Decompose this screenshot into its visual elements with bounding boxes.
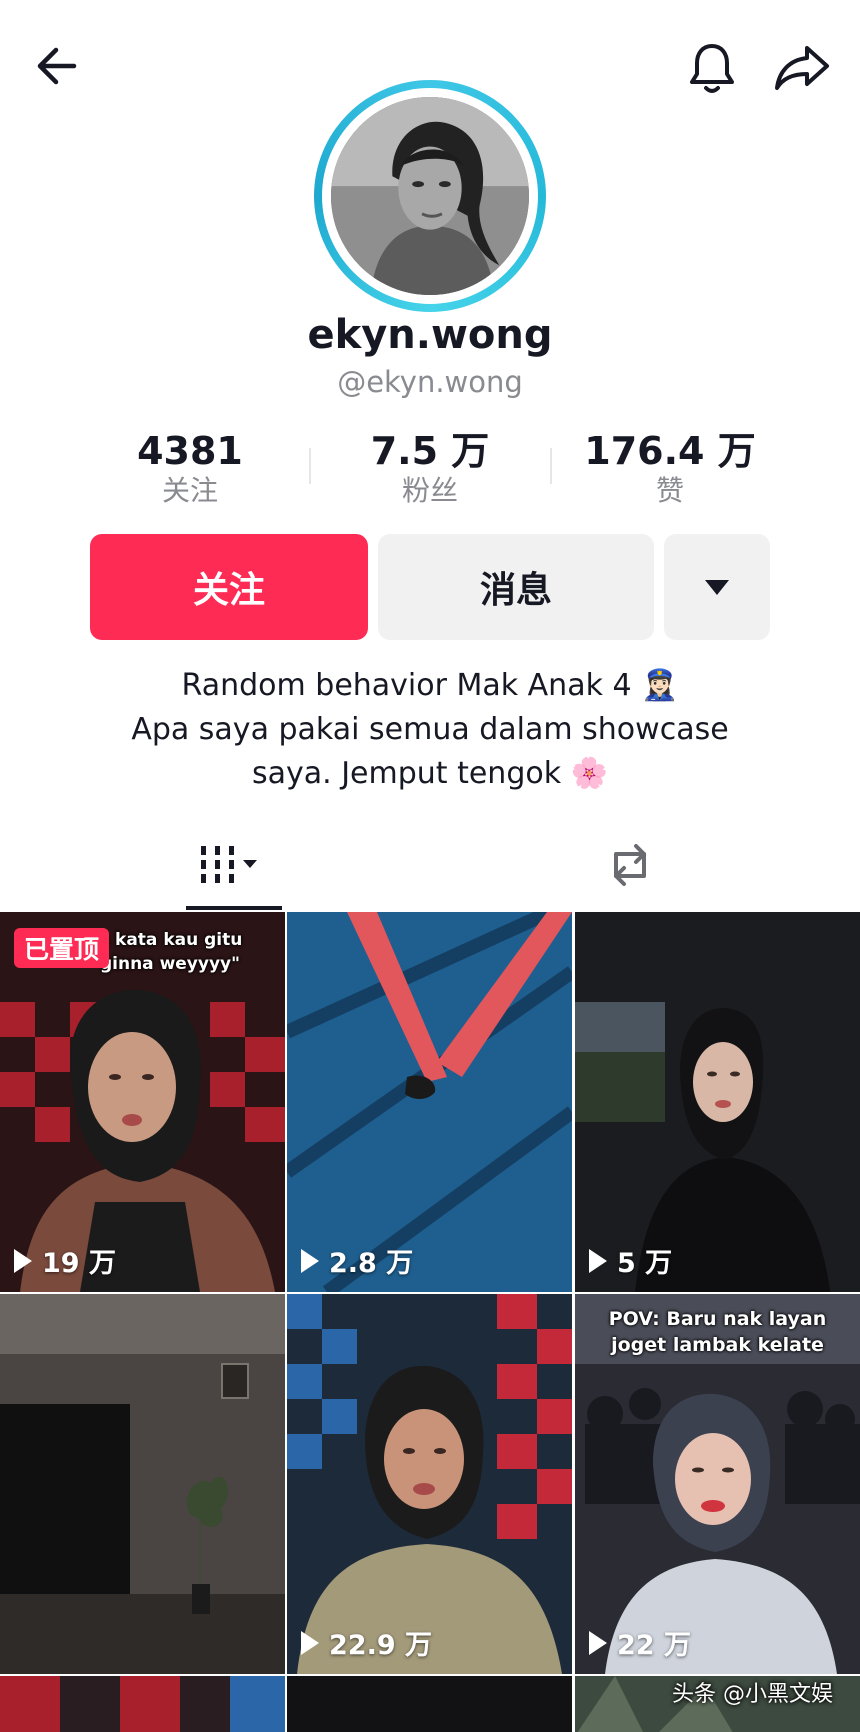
video-tile[interactable] (0, 1676, 285, 1732)
bio-line: Apa saya pakai semua dalam showcase (131, 712, 729, 747)
stats-divider (550, 448, 552, 484)
view-count: 2.8 万 (301, 1241, 413, 1280)
bell-icon (690, 44, 734, 93)
stat-label: 粉丝 (401, 474, 458, 507)
video-tile[interactable] (0, 1294, 285, 1674)
video-tile[interactable]: 22.9 万 (287, 1294, 572, 1674)
stats-divider (309, 448, 311, 484)
avatar-image (331, 97, 529, 295)
video-tile[interactable]: 5 万 (575, 912, 860, 1292)
video-thumbnail (575, 912, 860, 1292)
stat-followers[interactable]: 7.5 万 粉丝 (320, 428, 540, 508)
active-tab-indicator (186, 906, 282, 910)
stat-label: 赞 (655, 474, 684, 507)
video-tile[interactable]: a kata kau gitu ginna weyyyy" 已置顶 19 万 (0, 912, 285, 1292)
stat-value: 4381 (137, 429, 243, 473)
view-count-value: 2.8 万 (329, 1248, 414, 1279)
video-thumbnail (0, 1294, 285, 1674)
stat-likes[interactable]: 176.4 万 赞 (560, 428, 780, 508)
video-tile[interactable] (287, 1676, 572, 1732)
video-caption: POV: Baru nak layan joget lambak kelate (608, 1308, 827, 1356)
bio-line: Random behavior Mak Anak 4 👮🏻‍♀️ (181, 668, 679, 703)
avatar-portrait (331, 97, 529, 295)
profile-stats: 4381 关注 7.5 万 粉丝 176.4 万 赞 (0, 428, 860, 508)
video-tile[interactable]: POV: Baru nak layan joget lambak kelate 2… (575, 1294, 860, 1674)
video-thumbnail (0, 1676, 285, 1732)
avatar[interactable] (314, 80, 546, 312)
video-tile[interactable]: 2.8 万 (287, 912, 572, 1292)
view-count: 22 万 (589, 1623, 691, 1662)
username-handle: @ekyn.wong (337, 365, 523, 399)
video-thumbnail (287, 912, 572, 1292)
content-tabs (0, 820, 860, 910)
stat-value: 7.5 万 (370, 429, 490, 473)
grid-bars-icon (201, 846, 257, 883)
follow-button[interactable]: 关注 (90, 534, 368, 640)
pinned-badge: 已置顶 (14, 928, 110, 968)
profile-bio: Random behavior Mak Anak 4 👮🏻‍♀️ Apa say… (60, 664, 800, 796)
video-thumbnail (287, 1676, 572, 1732)
view-count: 22.9 万 (301, 1623, 432, 1662)
view-count: 5 万 (589, 1241, 672, 1280)
view-count-value: 22.9 万 (329, 1630, 433, 1661)
play-icon (589, 1248, 607, 1273)
play-icon (301, 1630, 319, 1655)
bio-line: saya. Jemput tengok 🌸 (251, 756, 608, 791)
tab-videos[interactable] (160, 820, 300, 910)
repost-icon (614, 844, 646, 886)
view-count-value: 19 万 (42, 1248, 116, 1279)
message-button[interactable]: 消息 (378, 534, 654, 640)
arrow-left-icon (37, 47, 77, 85)
video-thumbnail (287, 1294, 572, 1674)
more-dropdown-button[interactable] (664, 534, 770, 640)
view-count-value: 5 万 (617, 1248, 673, 1279)
share-arrow-icon (775, 46, 829, 90)
back-button[interactable] (22, 30, 94, 102)
stat-label: 关注 (161, 474, 218, 507)
display-name: ekyn.wong (307, 312, 553, 358)
play-icon (589, 1630, 607, 1655)
watermark: 头条 @小黑文娱 (672, 1682, 833, 1707)
notifications-button[interactable] (672, 28, 752, 108)
stat-value: 176.4 万 (584, 429, 756, 473)
stat-following[interactable]: 4381 关注 (80, 428, 300, 508)
play-icon (14, 1248, 32, 1273)
view-count: 19 万 (14, 1241, 116, 1280)
view-count-value: 22 万 (617, 1630, 691, 1661)
tab-reposts[interactable] (560, 820, 700, 910)
caret-down-icon (705, 579, 729, 595)
avatar-border (322, 88, 538, 304)
share-button[interactable] (762, 30, 842, 106)
play-icon (301, 1248, 319, 1273)
